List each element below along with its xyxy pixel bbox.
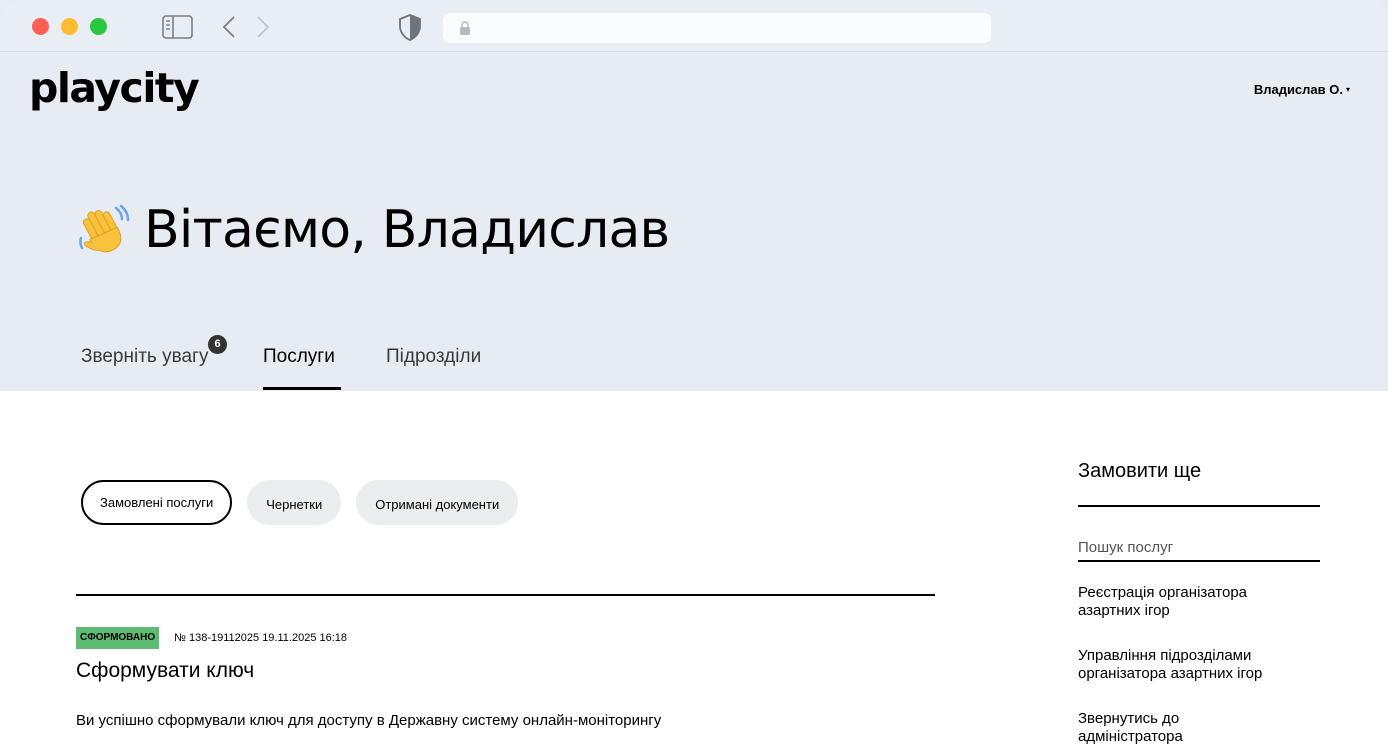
status-badge: СФОРМОВАНО bbox=[76, 627, 160, 649]
user-name: Владислав О. bbox=[1253, 82, 1343, 97]
tab-services[interactable]: Послуги bbox=[263, 345, 335, 369]
playcity-logo[interactable]: playcity bbox=[29, 64, 200, 112]
search-field bbox=[1078, 535, 1320, 562]
link-contact-administrator[interactable]: Звернутись до адміністратора bbox=[1078, 710, 1320, 746]
link-line: Управління підрозділами bbox=[1078, 647, 1252, 664]
search-input[interactable] bbox=[1078, 535, 1320, 559]
order-status-row: СФОРМОВАНО № 138-19112025 19.11.2025 16:… bbox=[76, 627, 347, 649]
address-bar[interactable] bbox=[443, 13, 991, 43]
order-more-sidebar: Замовити ще Реєстрація організатора азар… bbox=[1078, 458, 1320, 746]
sidebar-toggle-icon[interactable] bbox=[162, 15, 193, 39]
order-meta: № 138-19112025 19.11.2025 16:18 bbox=[174, 632, 348, 644]
service-filters: Замовлені послуги Чернетки Отримані доку… bbox=[81, 480, 533, 525]
link-line: Звернутись до bbox=[1078, 710, 1180, 727]
greeting-title: Вітаємо, Владислав bbox=[144, 200, 670, 260]
sidebar-divider bbox=[1078, 505, 1320, 507]
forward-arrow-icon[interactable] bbox=[255, 14, 271, 40]
lock-icon bbox=[460, 21, 470, 35]
filter-received-documents[interactable]: Отримані документи bbox=[356, 480, 519, 525]
link-line: азартних ігор bbox=[1078, 602, 1170, 619]
back-arrow-icon[interactable] bbox=[221, 14, 237, 40]
user-menu[interactable]: Владислав О. ▾ bbox=[1254, 81, 1350, 99]
hero-section: playcity Владислав О. ▾ Вітаємо, Владисла… bbox=[0, 52, 1388, 391]
notification-badge: 6 bbox=[208, 335, 227, 354]
link-line: адміністратора bbox=[1078, 728, 1183, 745]
browser-toolbar bbox=[0, 0, 1388, 52]
link-manage-divisions[interactable]: Управління підрозділами організатора аза… bbox=[1078, 647, 1320, 683]
browser-window: playcity Владислав О. ▾ Вітаємо, Владисла… bbox=[0, 0, 1388, 754]
order-description: Ви успішно сформували ключ для доступу в… bbox=[76, 712, 662, 729]
link-line: Реєстрація організатора bbox=[1078, 584, 1248, 601]
caret-down-icon: ▾ bbox=[1345, 85, 1350, 94]
filter-drafts[interactable]: Чернетки bbox=[247, 480, 342, 525]
divider bbox=[76, 594, 935, 596]
tab-label: Підрозділи bbox=[386, 346, 482, 367]
active-tab-indicator bbox=[263, 387, 341, 390]
filter-ordered-services[interactable]: Замовлені послуги bbox=[81, 480, 233, 525]
waving-hand-icon bbox=[79, 204, 130, 253]
greeting: Вітаємо, Владислав bbox=[76, 198, 670, 262]
link-line: організатора азартних ігор bbox=[1078, 665, 1263, 682]
close-window-button[interactable] bbox=[32, 18, 49, 35]
main-content: Замовлені послуги Чернетки Отримані доку… bbox=[0, 391, 1388, 754]
sidebar-title: Замовити ще bbox=[1078, 460, 1202, 482]
link-gambling-organizer-registration[interactable]: Реєстрація організатора азартних ігор bbox=[1078, 584, 1320, 620]
tab-label: Зверніть увагу bbox=[81, 346, 209, 367]
minimize-window-button[interactable] bbox=[61, 18, 78, 35]
order-title[interactable]: Сформувати ключ bbox=[76, 658, 254, 684]
maximize-window-button[interactable] bbox=[90, 18, 107, 35]
tab-divisions[interactable]: Підрозділи bbox=[386, 345, 481, 369]
tab-label: Послуги bbox=[263, 346, 335, 367]
shield-icon[interactable] bbox=[398, 14, 422, 41]
tab-attention[interactable]: Зверніть увагу bbox=[81, 345, 208, 369]
